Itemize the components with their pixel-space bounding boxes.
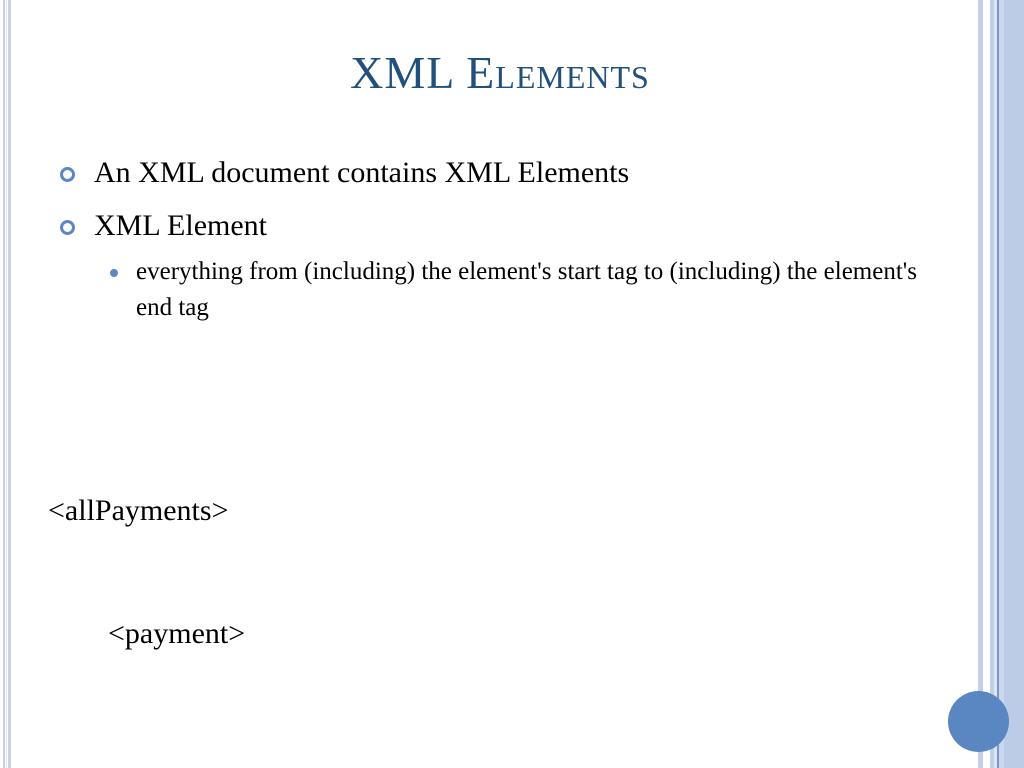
- list-item-label: everything from (including) the element'…: [136, 258, 918, 321]
- hollow-ring-bullet-icon: [60, 167, 75, 182]
- list-item: XML Element: [52, 201, 932, 250]
- blue-circle-decoration: [948, 691, 1009, 752]
- right-edge-stripe-7: [1004, 0, 1024, 768]
- left-edge-stripe-2: [6, 0, 7, 768]
- left-edge-stripe-1: [3, 0, 5, 768]
- left-edge-stripe-3: [8, 0, 11, 768]
- list-item: An XML document contains XML Elements: [52, 148, 932, 197]
- list-item: everything from (including) the element'…: [52, 254, 932, 326]
- list-item-label: XML Element: [94, 209, 268, 242]
- slide-canvas: XML Elements An XML document contains XM…: [0, 0, 1024, 768]
- filled-dot-bullet-icon: [110, 269, 118, 277]
- code-line: <payment>: [48, 617, 246, 650]
- slide-title: XML Elements: [350, 47, 650, 98]
- code-line: <allPayments>: [48, 494, 229, 527]
- list-item-label: An XML document contains XML Elements: [94, 156, 630, 189]
- xml-code-block: <allPayments> <payment> <customerNumber>…: [48, 408, 948, 768]
- hollow-ring-bullet-icon: [60, 220, 75, 235]
- bullet-list: An XML document contains XML Elements XM…: [52, 148, 932, 326]
- right-edge-stripe-2: [983, 0, 990, 768]
